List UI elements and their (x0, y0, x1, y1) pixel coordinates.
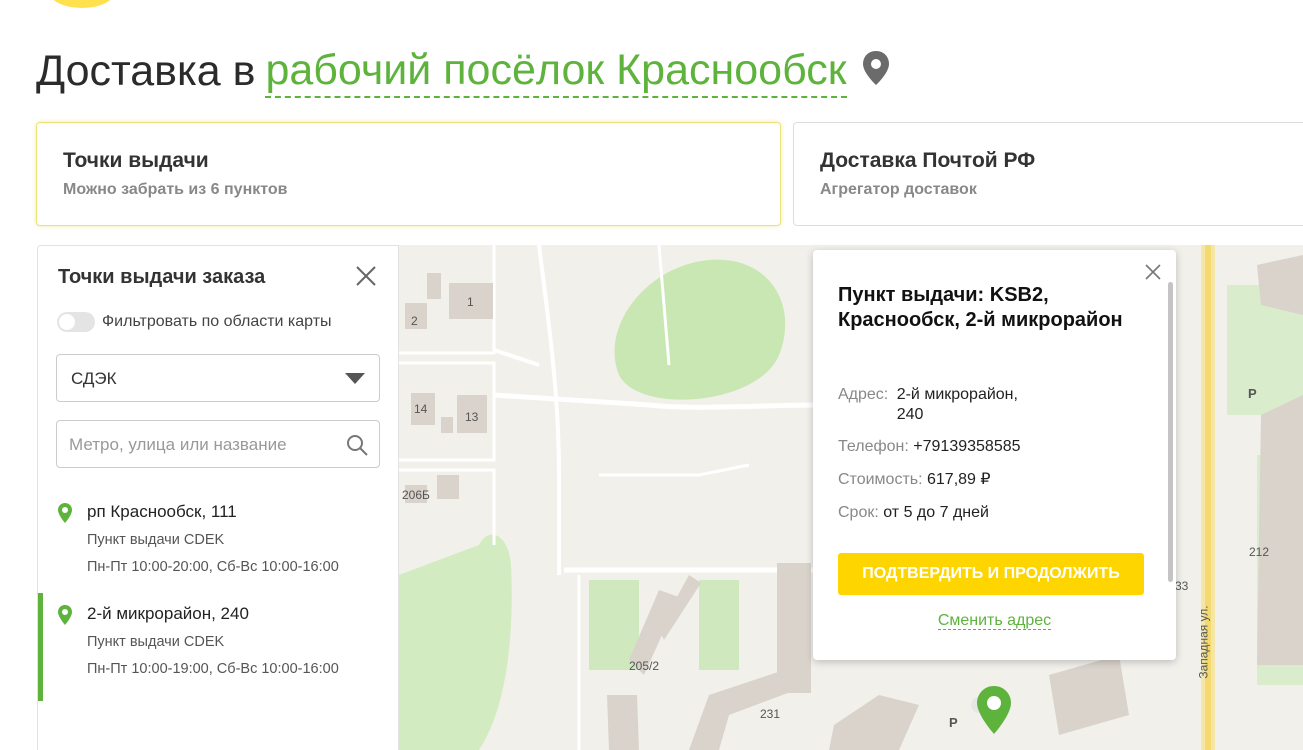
search-input[interactable] (69, 433, 339, 457)
tab-russian-post[interactable]: Доставка Почтой РФ Агрегатор доставок (793, 122, 1303, 226)
map-label-building: 205/2 (629, 659, 660, 673)
map-label-building: 1 (467, 295, 474, 309)
logo[interactable] (48, 0, 116, 8)
map-label-parking: P (949, 715, 958, 730)
tab-pickup-points[interactable]: Точки выдачи Можно забрать из 6 пунктов (36, 122, 781, 226)
map-label-building: 231 (760, 707, 781, 721)
popup-cost-row: Стоимость: 617,89 ₽ (838, 470, 991, 490)
chevron-down-icon (345, 373, 365, 384)
popup-address-row: Адрес: 2-й микрорайон, 240 (838, 385, 1047, 425)
city-selector-link[interactable]: рабочий посёлок Краснообск (265, 44, 847, 98)
phone-value: +79139358585 (913, 438, 1021, 455)
change-address-link[interactable]: Сменить адрес (937, 612, 1052, 630)
pickup-point-address: 2-й микрорайон, 240 (87, 604, 249, 623)
popup-term-row: Срок: от 5 до 7 дней (838, 503, 989, 523)
map-label-building: 14 (414, 402, 428, 416)
map-label-street: Западная ул. (1196, 605, 1211, 679)
pickup-point-type: Пункт выдачи CDEK (87, 634, 225, 650)
pickup-point-hours: Пн-Пт 10:00-20:00, Сб-Вс 10:00-16:00 (87, 559, 339, 575)
tab-pickup-title: Точки выдачи (63, 149, 209, 172)
map-area-filter-toggle[interactable] (57, 312, 95, 332)
term-label: Срок: (838, 504, 879, 521)
popup-scrollbar[interactable] (1168, 282, 1173, 582)
phone-label: Телефон: (838, 438, 909, 455)
pickup-point-address: рп Краснообск, 111 (87, 502, 237, 521)
location-pin-icon (58, 605, 72, 630)
tab-pickup-subtitle: Можно забрать из 6 пунктов (63, 181, 288, 198)
carrier-select-value: СДЭК (71, 369, 117, 388)
map-label-parking: P (1248, 386, 1257, 401)
address-label: Адрес: (838, 386, 889, 403)
cost-value: 617,89 ₽ (927, 471, 991, 488)
map-area-filter-label: Фильтровать по области карты (102, 313, 332, 330)
map-label-building: 33 (1175, 579, 1189, 593)
page-title-prefix: Доставка в (36, 46, 256, 95)
map-label-building: 212 (1249, 545, 1270, 559)
pickup-point-item[interactable]: рп Краснообск, 111 Пункт выдачи CDEK Пн-… (38, 491, 398, 599)
change-address-row: Сменить адрес (813, 612, 1176, 630)
location-pin-icon (58, 503, 72, 528)
carrier-select[interactable]: СДЭК (56, 354, 380, 402)
search-field (56, 420, 380, 468)
map-label-building: 2 (411, 314, 418, 328)
popup-title: Пункт выдачи: KSB2, Краснообск, 2-й микр… (838, 284, 1123, 331)
pickup-points-panel: Точки выдачи заказа Фильтровать по облас… (37, 245, 399, 750)
location-pin-icon[interactable] (861, 48, 891, 97)
delivery-page: Доставка в рабочий посёлок Краснообск То… (0, 0, 1303, 750)
map-label-building: 206Б (402, 488, 430, 502)
pickup-point-hours: Пн-Пт 10:00-19:00, Сб-Вс 10:00-16:00 (87, 661, 339, 677)
cost-label: Стоимость: (838, 471, 923, 488)
search-icon[interactable] (345, 433, 369, 462)
pickup-point-item-selected[interactable]: 2-й микрорайон, 240 Пункт выдачи CDEK Пн… (38, 593, 398, 701)
tab-post-subtitle: Агрегатор доставок (820, 181, 977, 198)
panel-title: Точки выдачи заказа (58, 266, 266, 288)
pickup-point-popup: Пункт выдачи: KSB2, Краснообск, 2-й микр… (813, 250, 1176, 660)
close-icon[interactable] (1144, 263, 1162, 281)
popup-phone-row: Телефон: +79139358585 (838, 437, 1021, 457)
page-title: Доставка в рабочий посёлок Краснообск (36, 44, 891, 98)
map-label-building: 13 (465, 410, 479, 424)
close-icon[interactable] (354, 264, 378, 288)
pickup-point-type: Пункт выдачи CDEK (87, 532, 225, 548)
term-value: от 5 до 7 дней (883, 504, 989, 521)
tab-post-title: Доставка Почтой РФ (820, 149, 1036, 172)
confirm-button[interactable]: ПОДТВЕРДИТЬ И ПРОДОЛЖИТЬ (838, 553, 1144, 595)
address-value: 2-й микрорайон, 240 (896, 386, 1018, 423)
